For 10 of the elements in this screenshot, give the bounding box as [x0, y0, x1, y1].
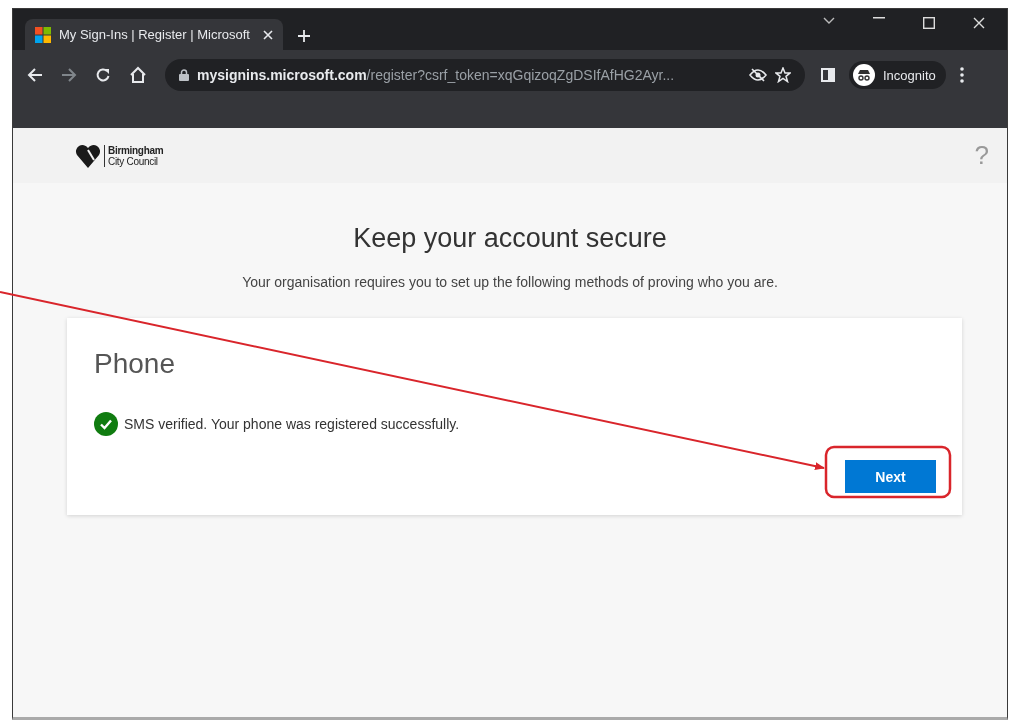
logo-text: Birmingham	[108, 144, 164, 156]
incognito-button[interactable]: Incognito	[849, 61, 946, 89]
page-title: Keep your account secure	[352, 223, 668, 254]
address-bar[interactable]: mysignins.microsoft.com/register?csrf_token=xqGqizoqZgDSIfAfHG2Ayr...	[165, 59, 805, 91]
browser-tab[interactable]: My Sign-Ins | Register | Microsoft	[25, 19, 283, 50]
status-message: SMS verified. Your phone was registered successfully.	[124, 416, 460, 432]
card-heading: Phone	[94, 348, 176, 380]
page-subtitle: Your organisation requires you to set up the following methods of proving who you are.	[241, 274, 779, 290]
next-button[interactable]: Next	[845, 460, 936, 493]
logo-text: City Council	[108, 155, 158, 167]
